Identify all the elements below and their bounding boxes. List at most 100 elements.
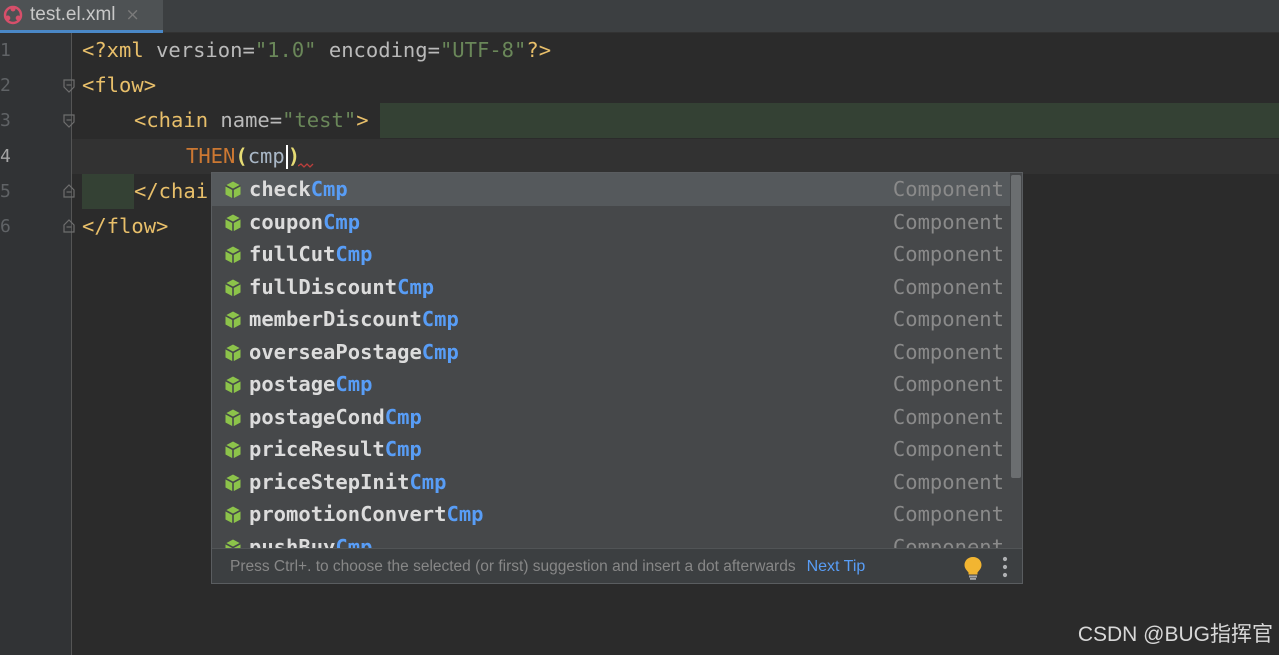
completion-item[interactable]: promotionConvertCmp Component [212,498,1010,531]
completion-item-match: Cmp [384,404,422,429]
completion-item-match: Cmp [421,307,459,332]
completion-list[interactable]: checkCmp Component couponCmp Component fullC… [212,173,1010,548]
completion-item[interactable]: fullCutCmp Component [212,238,1010,271]
attribute-name: version= [156,38,255,62]
completion-item-name: fullCutCmp [249,242,372,266]
component-cube-icon [225,409,241,426]
completion-item[interactable]: postageCmp Component [212,368,1010,401]
lightbulb-icon[interactable] [962,556,984,580]
component-cube-icon [225,506,241,524]
component-cube-icon [225,214,241,231]
code-line-4[interactable]: THEN(cmp) [186,139,300,174]
completion-item-type: Component [892,437,1004,462]
tag-match-highlight [380,103,1279,138]
completion-item-prefix: fullCut [249,242,336,267]
completion-item-prefix: check [249,177,311,202]
then-keyword: THEN [186,144,236,168]
fold-end-icon[interactable] [63,184,75,198]
component-cube-icon [225,344,241,361]
completion-item[interactable]: postageCondCmp Component [212,401,1010,434]
tab-bar: test.el.xml × [0,0,1279,33]
completion-item-type: Component [892,242,1004,267]
completion-item-match: Cmp [323,209,361,234]
xml-declaration-end: ?> [526,38,552,62]
tab-title: test.el.xml [30,4,116,25]
xml-declaration: <?xml [82,38,157,62]
line-number: 2 [0,75,11,96]
typed-text: cmp [247,144,285,168]
code-line-3[interactable]: <chain name="test"> [134,103,369,138]
completion-item-prefix: fullDiscount [249,274,398,299]
code-line-6[interactable]: </flow> [82,209,168,244]
completion-item-type: Component [892,404,1004,429]
attribute-value: "UTF-8" [439,38,527,62]
completion-item-match: Cmp [310,177,348,202]
completion-item-name: pushBuyCmp [249,535,372,548]
completion-item[interactable]: fullDiscountCmp Component [212,271,1010,304]
tab-test-el-xml[interactable]: test.el.xml × [0,0,163,33]
completion-item-name: fullDiscountCmp [249,275,434,299]
component-cube-icon [225,539,241,548]
completion-item-name: promotionConvertCmp [249,502,484,526]
completion-item-match: Cmp [335,242,373,267]
line-number: 3 [0,110,11,131]
completion-item[interactable]: overseaPostageCmp Component [212,336,1010,369]
completion-item-match: Cmp [384,437,422,462]
completion-item-prefix: priceResult [249,437,385,462]
completion-item-match: Cmp [397,274,435,299]
completion-item-name: postageCondCmp [249,405,422,429]
component-cube-icon [225,279,241,296]
completion-hint-text: Press Ctrl+. to choose the selected (or … [230,558,796,575]
completion-item-name: priceResultCmp [249,437,422,461]
attribute-name: encoding= [316,38,440,62]
line-number: 5 [0,181,11,202]
completion-item[interactable]: pushBuyCmp Component [212,531,1010,548]
fold-icon[interactable] [63,79,75,93]
completion-item-name: checkCmp [249,177,348,201]
component-cube-icon [225,246,241,264]
next-tip-link[interactable]: Next Tip [807,558,866,576]
completion-item-prefix: postage [249,372,336,397]
completion-item-name: couponCmp [249,210,360,234]
component-cube-icon [225,376,241,394]
line-number: 4 [0,146,11,167]
completion-item[interactable]: checkCmp Component [212,173,1010,206]
completion-item-match: Cmp [335,534,373,548]
completion-item-type: Component [892,177,1004,202]
completion-item-type: Component [892,502,1004,527]
completion-item-prefix: memberDiscount [249,307,422,332]
completion-item-name: memberDiscountCmp [249,307,459,331]
completion-item-match: Cmp [409,469,447,494]
completion-item-prefix: coupon [249,209,324,234]
completion-item-type: Component [892,307,1004,332]
completion-item-type: Component [892,372,1004,397]
close-icon[interactable]: × [126,5,140,25]
more-options-icon[interactable] [998,556,1012,578]
attribute-value: "1.0" [254,38,317,62]
completion-item-match: Cmp [421,339,459,364]
completion-footer: Press Ctrl+. to choose the selected (or … [212,548,1022,583]
code-line-2[interactable]: <flow> [82,68,156,103]
completion-item-type: Component [892,534,1004,548]
code-line-5[interactable]: </chai [134,174,208,209]
fold-icon[interactable] [63,114,75,128]
component-cube-icon [225,311,241,329]
completion-item-prefix: pushBuy [249,534,336,548]
component-cube-icon [225,474,241,491]
completion-item[interactable]: memberDiscountCmp Component [212,303,1010,336]
completion-popup[interactable]: checkCmp Component couponCmp Component fullC… [211,172,1023,584]
completion-item[interactable]: priceResultCmp Component [212,433,1010,466]
completion-scrollbar-thumb[interactable] [1011,175,1021,478]
completion-item-type: Component [892,209,1004,234]
fold-end-icon[interactable] [63,219,75,233]
completion-item-name: postageCmp [249,372,372,396]
flow-open-tag: <flow> [82,73,157,97]
completion-item[interactable]: couponCmp Component [212,206,1010,239]
chain-open-tag: <chain [134,108,221,132]
completion-item[interactable]: priceStepInitCmp Component [212,466,1010,499]
completion-item-type: Component [892,469,1004,494]
code-line-1[interactable]: <?xml version="1.0" encoding="UTF-8"?> [82,33,551,68]
completion-item-name: overseaPostageCmp [249,340,459,364]
flow-close-tag: </flow> [82,214,169,238]
component-cube-icon [225,181,241,199]
